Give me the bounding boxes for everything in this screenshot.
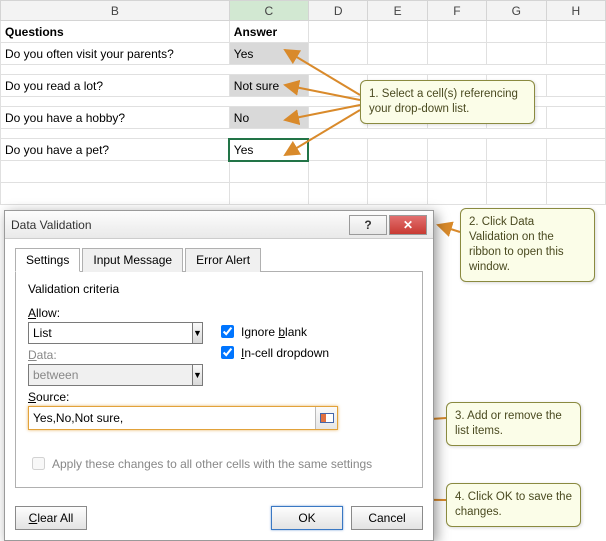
allow-select[interactable]: ▼ (28, 322, 188, 344)
answer-cell[interactable]: Yes (229, 43, 308, 65)
dialog-footer: Clear All OK Cancel (5, 498, 433, 540)
data-select: ▼ (28, 364, 188, 386)
cell[interactable] (546, 161, 605, 183)
cell[interactable] (487, 21, 546, 43)
cell[interactable] (487, 139, 546, 161)
cell[interactable] (1, 161, 230, 183)
answer-cell[interactable]: Not sure (229, 75, 308, 97)
cell[interactable] (546, 43, 605, 65)
dialog-tabs: Settings Input Message Error Alert (15, 247, 423, 272)
callout-3: 3. Add or remove the list items. (446, 402, 581, 446)
question-cell[interactable]: Do you have a hobby? (1, 107, 230, 129)
cell[interactable] (368, 139, 427, 161)
cell[interactable] (308, 139, 367, 161)
dialog-titlebar[interactable]: Data Validation ? ✕ (5, 211, 433, 239)
callout-1: 1. Select a cell(s) referencing your dro… (360, 80, 535, 124)
cell[interactable] (427, 43, 486, 65)
source-label: Source: (28, 390, 410, 404)
header-answer[interactable]: Answer (229, 21, 308, 43)
allow-label: AAllow:llow: (28, 306, 203, 320)
cell[interactable] (368, 183, 427, 205)
settings-panel: Validation criteria AAllow:llow: ▼ Data:… (15, 272, 423, 488)
data-value (28, 364, 192, 386)
cell[interactable] (308, 107, 367, 129)
cell[interactable] (368, 161, 427, 183)
cell[interactable] (427, 139, 486, 161)
ignore-blank-input[interactable] (221, 325, 234, 338)
cell[interactable] (546, 107, 605, 129)
cell[interactable] (487, 183, 546, 205)
cell[interactable] (546, 21, 605, 43)
cell[interactable] (368, 21, 427, 43)
apply-all-checkbox: Apply these changes to all other cells w… (28, 454, 410, 473)
cell[interactable] (427, 183, 486, 205)
range-picker-icon (320, 413, 334, 423)
col-D[interactable]: D (308, 1, 367, 21)
cell[interactable] (368, 43, 427, 65)
cell[interactable] (546, 75, 605, 97)
dialog-title: Data Validation (11, 218, 347, 232)
criteria-label: Validation criteria (28, 282, 410, 296)
chevron-down-icon[interactable]: ▼ (192, 322, 203, 344)
incell-dropdown-checkbox[interactable]: In-cell dropdown (217, 343, 329, 362)
cell[interactable] (546, 139, 605, 161)
callout-2: 2. Click Data Validation on the ribbon t… (460, 208, 595, 282)
question-cell[interactable]: Do you read a lot? (1, 75, 230, 97)
apply-all-input (32, 457, 45, 470)
clear-all-button[interactable]: Clear All (15, 506, 87, 530)
cell[interactable] (1, 129, 606, 139)
cell[interactable] (1, 65, 606, 75)
answer-value: Yes (234, 143, 254, 157)
ok-button[interactable]: OK (271, 506, 343, 530)
close-button[interactable]: ✕ (389, 215, 427, 235)
cell[interactable] (308, 21, 367, 43)
question-cell[interactable]: Do you often visit your parents? (1, 43, 230, 65)
allow-value[interactable] (28, 322, 192, 344)
tab-error-alert[interactable]: Error Alert (185, 248, 261, 272)
cell[interactable] (487, 161, 546, 183)
col-B[interactable]: B (1, 1, 230, 21)
incell-dropdown-input[interactable] (221, 346, 234, 359)
col-C[interactable]: C (229, 1, 308, 21)
incell-dropdown-label: In-cell dropdown (241, 346, 329, 360)
data-validation-dialog: Data Validation ? ✕ Settings Input Messa… (4, 210, 434, 541)
cancel-button[interactable]: Cancel (351, 506, 423, 530)
column-headers: B C D E F G H (1, 1, 606, 21)
data-label: Data: (28, 348, 203, 362)
col-H[interactable]: H (546, 1, 605, 21)
apply-all-label: Apply these changes to all other cells w… (52, 457, 372, 471)
ignore-blank-label: Ignore blank (241, 325, 307, 339)
answer-cell[interactable]: No (229, 107, 308, 129)
callout-4: 4. Click OK to save the changes. (446, 483, 581, 527)
cell[interactable] (308, 43, 367, 65)
col-E[interactable]: E (368, 1, 427, 21)
cell[interactable] (308, 161, 367, 183)
cell[interactable] (546, 183, 605, 205)
range-picker-button[interactable] (315, 407, 337, 429)
ignore-blank-checkbox[interactable]: Ignore blank (217, 322, 329, 341)
question-cell[interactable]: Do you have a pet? (1, 139, 230, 161)
source-input[interactable] (29, 407, 315, 429)
col-G[interactable]: G (487, 1, 546, 21)
source-input-wrap (28, 406, 338, 430)
cell[interactable] (229, 161, 308, 183)
col-F[interactable]: F (427, 1, 486, 21)
tab-settings[interactable]: Settings (15, 248, 80, 272)
cell[interactable] (427, 161, 486, 183)
cell[interactable] (427, 21, 486, 43)
help-button[interactable]: ? (349, 215, 387, 235)
header-questions[interactable]: Questions (1, 21, 230, 43)
answer-cell-selected[interactable]: Yes ▼ (229, 139, 308, 161)
tab-input-message[interactable]: Input Message (82, 248, 183, 272)
cell[interactable] (308, 75, 367, 97)
cell[interactable] (229, 183, 308, 205)
chevron-down-icon: ▼ (192, 364, 203, 386)
cell[interactable] (308, 183, 367, 205)
cell[interactable] (1, 183, 230, 205)
cell[interactable] (487, 43, 546, 65)
